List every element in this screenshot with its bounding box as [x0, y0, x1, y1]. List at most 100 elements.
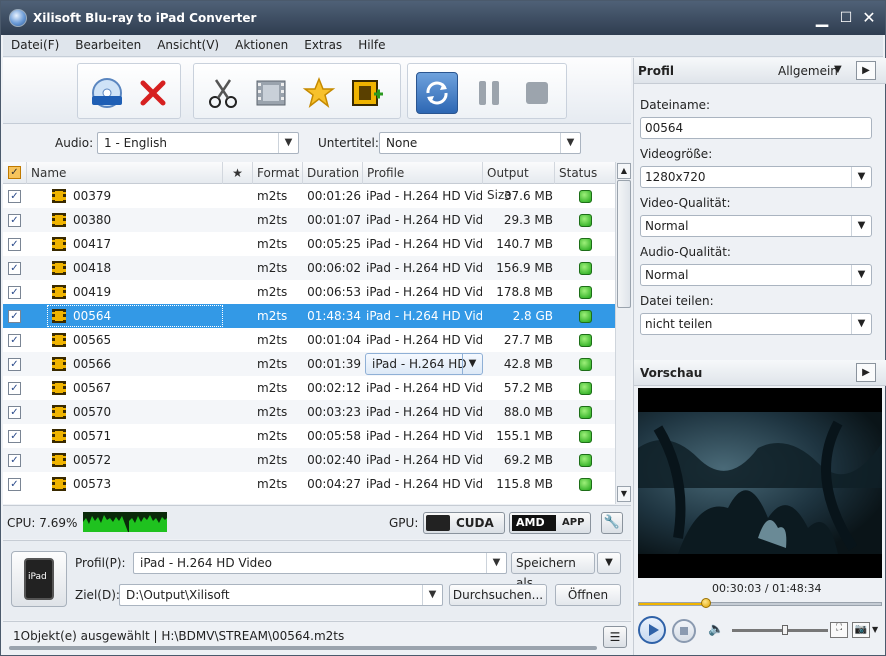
collapse-arrow-icon[interactable]: ▶: [856, 363, 876, 382]
preview-seek-handle[interactable]: [701, 598, 712, 608]
volume-handle[interactable]: [782, 625, 788, 635]
preview-seek-track[interactable]: [638, 598, 882, 608]
fullscreen-icon[interactable]: ⛶: [830, 622, 848, 638]
wrench-icon[interactable]: 🔧: [601, 512, 623, 534]
column-duration[interactable]: Duration: [303, 162, 363, 184]
table-row[interactable]: ✓ 00379 m2ts 00:01:26 iPad - H.264 HD Vid...…: [3, 184, 615, 208]
menu-bearbeiten[interactable]: Bearbeiten: [67, 35, 149, 55]
column-format[interactable]: Format: [253, 162, 303, 184]
destination-select[interactable]: D:\Output\Xilisoft ▼: [119, 584, 443, 606]
cuda-button[interactable]: CUDA: [423, 512, 505, 534]
save-as-button[interactable]: Speichern als...: [511, 552, 595, 590]
table-row[interactable]: ✓ 00567 m2ts 00:02:12 iPad - H.264 HD Vid...…: [3, 376, 615, 400]
table-row[interactable]: ✓ 00572 m2ts 00:02:40 iPad - H.264 HD Vid...…: [3, 448, 615, 472]
select-all-checkbox[interactable]: ✓: [3, 162, 27, 184]
scroll-down-icon[interactable]: ▼: [617, 486, 631, 502]
row-checkbox[interactable]: ✓: [8, 214, 21, 227]
file-output-size: 42.8 MB: [503, 357, 553, 371]
camera-icon[interactable]: 📷: [852, 622, 870, 638]
file-format: m2ts: [257, 285, 288, 299]
table-row[interactable]: ✓ 00564 m2ts 01:48:34 iPad - H.264 HD Vid...…: [3, 304, 615, 328]
delete-icon[interactable]: [136, 76, 170, 110]
play-button[interactable]: [638, 616, 666, 644]
row-checkbox[interactable]: ✓: [8, 358, 21, 371]
audio-select[interactable]: 1 - English ▼: [97, 132, 299, 154]
volume-slider[interactable]: [732, 625, 828, 635]
audio-quality-select[interactable]: Normal ▼: [640, 264, 872, 286]
table-row[interactable]: ✓ 00566 m2ts 00:01:39 iPad - H.264 HD ▼ 42.8 M…: [3, 352, 615, 376]
row-checkbox[interactable]: ✓: [8, 478, 21, 491]
chevron-down-icon[interactable]: ▼: [834, 64, 842, 75]
open-button[interactable]: Öffnen: [555, 584, 621, 606]
video-quality-select[interactable]: Normal ▼: [640, 215, 872, 237]
stop-preview-button[interactable]: [672, 619, 696, 643]
file-name: 00417: [73, 237, 112, 251]
menu-ansicht[interactable]: Ansicht(V): [149, 35, 227, 55]
row-checkbox[interactable]: ✓: [8, 262, 21, 275]
split-select[interactable]: nicht teilen ▼: [640, 313, 872, 335]
scroll-up-icon[interactable]: ▲: [617, 163, 631, 179]
device-button[interactable]: iPad: [11, 551, 67, 607]
video-preview: [638, 388, 882, 578]
list-scrollbar[interactable]: ▲ ▼: [615, 162, 631, 504]
subtitle-select[interactable]: None ▼: [379, 132, 581, 154]
star-effects-icon[interactable]: [302, 76, 336, 110]
menu-datei[interactable]: Datei(F): [3, 35, 67, 55]
file-duration: 00:01:07: [307, 213, 361, 227]
column-status[interactable]: Status: [555, 162, 615, 184]
stop-icon[interactable]: [520, 76, 554, 110]
row-checkbox[interactable]: ✓: [8, 190, 21, 203]
table-row[interactable]: ✓ 00570 m2ts 00:03:23 iPad - H.264 HD Vid...…: [3, 400, 615, 424]
table-row[interactable]: ✓ 00573 m2ts 00:04:27 iPad - H.264 HD Vid...…: [3, 472, 615, 496]
file-duration: 00:02:40: [307, 453, 361, 467]
column-output-size[interactable]: Output Size: [483, 162, 555, 202]
table-row[interactable]: ✓ 00380 m2ts 00:01:07 iPad - H.264 HD Vid...…: [3, 208, 615, 232]
row-checkbox[interactable]: ✓: [8, 286, 21, 299]
snapshot-dropdown-icon[interactable]: ▼: [872, 625, 878, 634]
add-video-icon[interactable]: [350, 76, 384, 110]
minimize-button[interactable]: ▁: [811, 7, 833, 29]
status-ready-icon: [579, 286, 592, 299]
row-checkbox[interactable]: ✓: [8, 238, 21, 251]
profile-mode-dropdown[interactable]: Allgemein: [778, 64, 838, 78]
blu-ray-disc-icon[interactable]: [90, 76, 124, 110]
filename-input[interactable]: 00564: [640, 117, 872, 139]
column-profile[interactable]: Profile: [363, 162, 483, 184]
collapse-arrow-icon[interactable]: ▶: [856, 61, 876, 80]
table-row[interactable]: ✓ 00418 m2ts 00:06:02 iPad - H.264 HD Vid...…: [3, 256, 615, 280]
file-name: 00571: [73, 429, 112, 443]
table-row[interactable]: ✓ 00565 m2ts 00:01:04 iPad - H.264 HD Vid...…: [3, 328, 615, 352]
column-star[interactable]: ★: [223, 162, 253, 184]
menu-hilfe[interactable]: Hilfe: [350, 35, 393, 55]
row-checkbox[interactable]: ✓: [8, 430, 21, 443]
cut-icon[interactable]: [206, 76, 240, 110]
ipad-label: iPad: [28, 572, 47, 582]
table-row[interactable]: ✓ 00419 m2ts 00:06:53 iPad - H.264 HD Vid...…: [3, 280, 615, 304]
row-checkbox[interactable]: ✓: [8, 454, 21, 467]
menu-extras[interactable]: Extras: [296, 35, 350, 55]
video-size-select[interactable]: 1280x720 ▼: [640, 166, 872, 188]
row-checkbox[interactable]: ✓: [8, 406, 21, 419]
video-size-label: Videogröße:: [640, 147, 713, 161]
profile-row-dropdown[interactable]: iPad - H.264 HD ▼: [365, 353, 483, 375]
convert-icon[interactable]: [416, 72, 458, 114]
row-checkbox[interactable]: ✓: [8, 334, 21, 347]
profile-select[interactable]: iPad - H.264 HD Video ▼: [133, 552, 507, 574]
table-row[interactable]: ✓ 00571 m2ts 00:05:58 iPad - H.264 HD Vid...…: [3, 424, 615, 448]
volume-icon[interactable]: 🔈: [708, 622, 724, 637]
browse-button[interactable]: Durchsuchen...: [449, 584, 547, 606]
table-row[interactable]: ✓ 00417 m2ts 00:05:25 iPad - H.264 HD Vid...…: [3, 232, 615, 256]
column-name[interactable]: Name: [27, 162, 223, 184]
menu-aktionen[interactable]: Aktionen: [227, 35, 296, 55]
log-list-icon[interactable]: ☰: [603, 626, 627, 648]
status-ready-icon: [579, 334, 592, 347]
amd-app-button[interactable]: AMD APP: [509, 512, 591, 534]
pause-icon[interactable]: [472, 76, 506, 110]
film-clip-icon[interactable]: [254, 76, 288, 110]
close-button[interactable]: ✕: [858, 7, 880, 29]
row-checkbox[interactable]: ✓: [8, 382, 21, 395]
save-as-dropdown-icon[interactable]: ▼: [597, 552, 621, 574]
scroll-thumb[interactable]: [617, 180, 631, 308]
row-checkbox[interactable]: ✓: [8, 310, 21, 323]
maximize-button[interactable]: ☐: [835, 7, 857, 29]
